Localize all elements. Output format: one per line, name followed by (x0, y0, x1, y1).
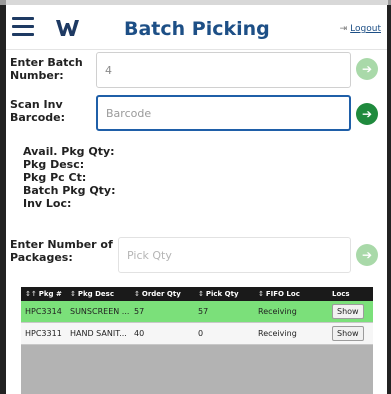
show-locs-button[interactable]: Show (332, 326, 364, 341)
hamburger-icon[interactable] (12, 17, 36, 36)
batch-go-button[interactable]: ➔ (356, 58, 378, 80)
col-order-qty[interactable]: ↕ Order Qty (130, 290, 194, 298)
arrow-right-icon: ➔ (361, 107, 373, 121)
table-header: ↕↑ Pkg # ↕ Pkg Desc ↕ Order Qty ↕ Pick Qty ↕… (21, 287, 373, 301)
cell-pick-qty: 0 (198, 329, 204, 338)
frame-right-border (387, 5, 391, 394)
avail-pkg-qty-label: Avail. Pkg Qty: (23, 145, 115, 158)
cell-desc: SUNSCREEN ... (70, 307, 130, 316)
barcode-label-line2: Barcode: (10, 111, 66, 124)
packages-label-line2: Packages: (10, 251, 73, 264)
col-order-qty-label: Order Qty (141, 290, 181, 298)
barcode-go-button[interactable]: ➔ (356, 103, 378, 125)
col-locs: Locs (328, 290, 373, 298)
packages-label: Enter Number of Packages: (10, 238, 113, 264)
col-pkg-number[interactable]: ↕↑ Pkg # (21, 290, 66, 298)
table-row[interactable]: HPC3314 SUNSCREEN ... 57 57 Receiving Sh… (21, 301, 373, 323)
cell-fifo-loc: Receiving (258, 307, 297, 316)
col-pkg-desc-label: Pkg Desc (77, 290, 114, 298)
barcode-label: Scan Inv Barcode: (10, 98, 65, 124)
cell-order-qty: 57 (134, 307, 145, 316)
app-container: Batch Picking ⇥ Logout Enter Batch Number… (6, 5, 387, 394)
barcode-placeholder: Barcode (106, 106, 152, 120)
batch-number-label-line2: Number: (10, 69, 64, 82)
pick-qty-placeholder: Pick Qty (127, 248, 172, 262)
col-fifo-loc-label: FIFO Loc (265, 290, 300, 298)
col-pick-qty-label: Pick Qty (205, 290, 239, 298)
batch-number-label-line1: Enter Batch (10, 56, 83, 69)
page-title: Batch Picking (124, 18, 270, 40)
col-locs-label: Locs (332, 290, 350, 298)
col-pkg-desc[interactable]: ↕ Pkg Desc (66, 290, 130, 298)
batch-number-value: 4 (105, 63, 112, 77)
package-info: Avail. Pkg Qty: Pkg Desc: Pkg Pc Ct: Bat… (23, 145, 116, 210)
col-pkg-number-label: Pkg # (38, 290, 62, 298)
logout-link[interactable]: ⇥ Logout (340, 24, 381, 34)
logout-label: Logout (350, 24, 381, 34)
sort-icon: ↕ (134, 290, 140, 298)
app-header: Batch Picking ⇥ Logout (6, 5, 387, 50)
cell-pkg: HPC3311 (25, 329, 62, 338)
barcode-label-line1: Scan Inv (10, 98, 63, 111)
picking-table: ↕↑ Pkg # ↕ Pkg Desc ↕ Order Qty ↕ Pick Qty ↕… (21, 287, 373, 394)
pick-qty-input[interactable]: Pick Qty (118, 237, 351, 273)
sort-icon: ↕ (198, 290, 204, 298)
table-row[interactable]: HPC3311 HAND SANIT... 40 0 Receiving Sho… (21, 323, 373, 345)
cell-desc: HAND SANIT... (70, 329, 127, 338)
arrow-right-icon: ➔ (361, 248, 373, 262)
batch-pkg-qty-label: Batch Pkg Qty: (23, 184, 116, 197)
barcode-input[interactable]: Barcode (96, 95, 351, 131)
pick-qty-go-button[interactable]: ➔ (356, 244, 378, 266)
batch-number-label: Enter Batch Number: (10, 56, 83, 82)
inv-loc-label: Inv Loc: (23, 197, 72, 210)
cell-pkg: HPC3314 (25, 307, 62, 316)
sort-icon: ↕ (258, 290, 264, 298)
cell-locs: Show (328, 304, 373, 319)
packages-label-line1: Enter Number of (10, 238, 113, 251)
col-pick-qty[interactable]: ↕ Pick Qty (194, 290, 254, 298)
arrow-right-icon: ➔ (361, 62, 373, 76)
col-fifo-loc[interactable]: ↕ FIFO Loc (254, 290, 328, 298)
show-locs-button[interactable]: Show (332, 304, 364, 319)
batch-number-field[interactable]: 4 (96, 52, 351, 88)
sort-icon: ↕↑ (25, 290, 37, 298)
cell-fifo-loc: Receiving (258, 329, 297, 338)
cell-pick-qty: 57 (198, 307, 209, 316)
cell-order-qty: 40 (134, 329, 145, 338)
pkg-pc-ct-label: Pkg Pc Ct: (23, 171, 87, 184)
sort-icon: ↕ (70, 290, 76, 298)
pkg-desc-label: Pkg Desc: (23, 158, 85, 171)
cell-locs: Show (328, 326, 373, 341)
app-logo (56, 20, 79, 36)
logout-icon: ⇥ (339, 24, 348, 34)
